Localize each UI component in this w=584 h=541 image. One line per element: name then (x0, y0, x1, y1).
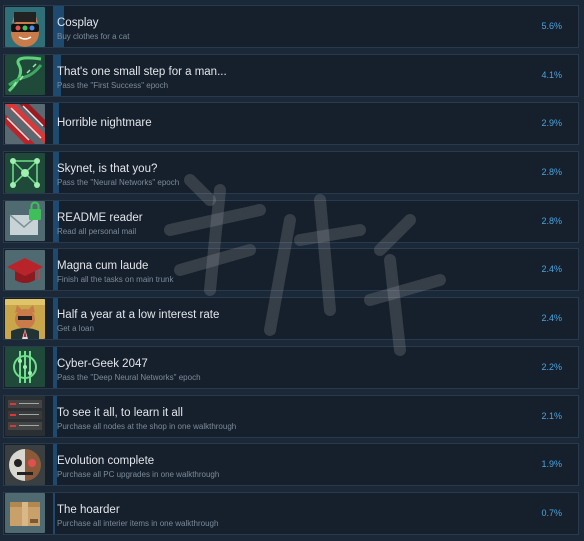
achievement-name: Horrible nightmare (57, 117, 152, 130)
achievement-content: Skynet, is that you? Pass the "Neural Ne… (53, 152, 578, 194)
achievement-row[interactable]: Magna cum laude Finish all the tasks on … (3, 248, 579, 292)
achievement-name: The hoarder (57, 503, 120, 516)
achievement-description: Get a loan (57, 324, 94, 334)
achievement-content: README reader Read all personal mail 2.8… (53, 200, 578, 242)
achievement-content: Half a year at a low interest rate Get a… (53, 298, 578, 340)
achievement-description: Pass the "Deep Neural Networks" epoch (57, 372, 201, 382)
circuit-chip-icon (5, 347, 45, 388)
achievement-row[interactable]: Half a year at a low interest rate Get a… (3, 297, 579, 341)
unlock-percent: 4.1% (541, 69, 562, 80)
achievement-row[interactable]: Skynet, is that you? Pass the "Neural Ne… (3, 151, 579, 195)
achievement-name: Evolution complete (57, 455, 155, 468)
achievement-content: Horrible nightmare 2.9% (53, 103, 578, 145)
claw-scratch-icon (5, 103, 45, 144)
achievement-name: Magna cum laude (57, 260, 149, 273)
achievement-content: Cosplay Buy clothes for a cat 5.6% (53, 6, 578, 47)
unlock-percent: 2.4% (541, 264, 562, 275)
achievement-name: Half a year at a low interest rate (57, 309, 220, 322)
achievement-description: Purchase all PC upgrades in one walkthro… (57, 470, 220, 480)
unlock-percent: 2.4% (541, 313, 562, 324)
achievement-content: Cyber-Geek 2047 Pass the "Deep Neural Ne… (53, 346, 578, 388)
achievement-row[interactable]: That's one small step for a man... Pass … (3, 53, 579, 97)
graduation-cap-icon (5, 249, 45, 290)
achievement-row[interactable]: README reader Read all personal mail 2.8… (3, 199, 579, 243)
achievement-description: Finish all the tasks on main trunk (57, 275, 174, 285)
achievement-content: Magna cum laude Finish all the tasks on … (53, 249, 578, 291)
mail-lock-icon (5, 201, 45, 242)
achievement-row[interactable]: Cosplay Buy clothes for a cat 5.6% (3, 5, 579, 48)
achievement-row[interactable]: Horrible nightmare 2.9% (3, 102, 579, 146)
achievement-description: Pass the "Neural Networks" epoch (57, 178, 180, 188)
achievement-description: Purchase all interier items in one walkt… (57, 518, 219, 528)
achievement-name: README reader (57, 211, 143, 224)
achievement-description: Read all personal mail (57, 226, 137, 236)
dna-icon (5, 55, 45, 96)
network-nodes-icon (5, 152, 45, 193)
achievement-name: To see it all, to learn it all (57, 406, 183, 419)
achievement-content: Evolution complete Purchase all PC upgra… (53, 444, 578, 486)
server-rack-icon (5, 396, 45, 436)
achievement-content: To see it all, to learn it all Purchase … (53, 395, 578, 437)
achievement-content: That's one small step for a man... Pass … (53, 54, 578, 96)
unlock-rate-bar (53, 492, 55, 534)
unlock-percent: 2.2% (541, 361, 562, 372)
unlock-percent: 5.6% (541, 21, 562, 31)
achievement-list: Cosplay Buy clothes for a cat 5.6% That'… (3, 5, 579, 541)
cat-cosplay-icon (5, 6, 45, 47)
achievement-name: Cyber-Geek 2047 (57, 357, 148, 370)
achievement-row[interactable]: To see it all, to learn it all Purchase … (3, 394, 579, 438)
cyborg-face-icon (5, 444, 45, 485)
banker-cat-icon (5, 298, 45, 339)
achievement-description: Pass the "First Success" epoch (57, 80, 169, 90)
achievement-name: That's one small step for a man... (57, 65, 227, 78)
unlock-percent: 2.1% (541, 410, 562, 421)
achievement-row[interactable]: The hoarder Purchase all interier items … (3, 491, 579, 535)
unlock-percent: 2.8% (541, 167, 562, 178)
achievement-content: The hoarder Purchase all interier items … (53, 492, 578, 534)
achievement-name: Cosplay (57, 17, 99, 29)
achievement-row[interactable]: Evolution complete Purchase all PC upgra… (3, 443, 579, 487)
achievement-row[interactable]: Cyber-Geek 2047 Pass the "Deep Neural Ne… (3, 345, 579, 389)
achievement-description: Purchase all nodes at the shop in one wa… (57, 421, 237, 431)
unlock-percent: 1.9% (541, 459, 562, 470)
cardboard-box-icon (5, 493, 45, 534)
unlock-percent: 2.8% (541, 215, 562, 226)
unlock-percent: 2.9% (541, 118, 562, 129)
unlock-percent: 0.7% (541, 507, 562, 518)
achievement-name: Skynet, is that you? (57, 163, 158, 176)
achievement-description: Buy clothes for a cat (57, 32, 130, 41)
